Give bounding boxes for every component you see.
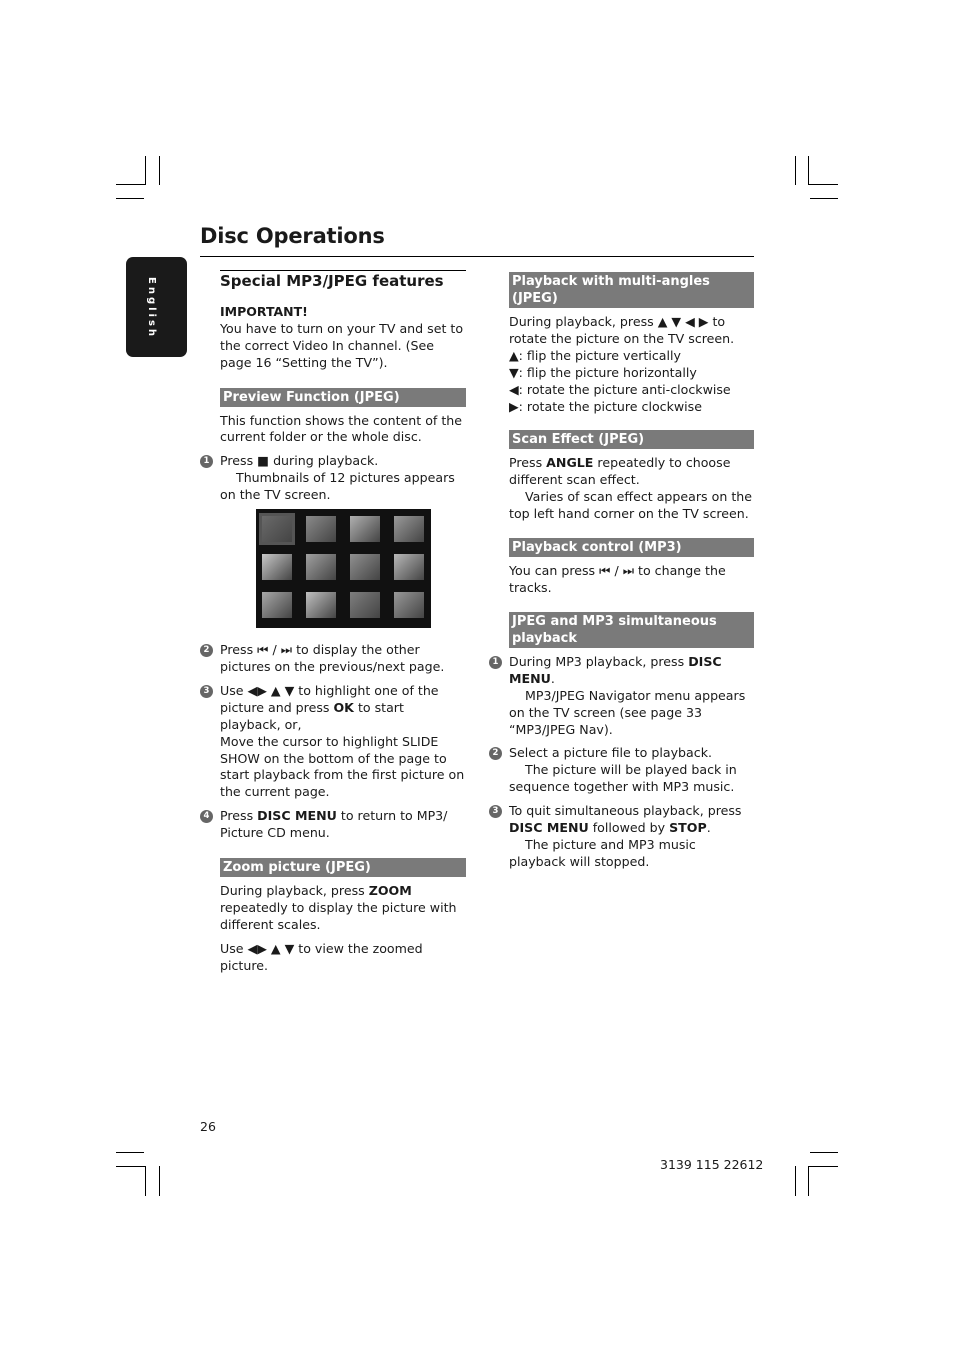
step-number-icon: 4	[200, 810, 213, 824]
zoom-text: repeatedly to display the picture with d…	[220, 899, 457, 932]
step-text: followed by	[588, 820, 670, 836]
ok-key-label: OK	[333, 699, 354, 715]
thumbnail-grid-image	[256, 509, 431, 628]
crop-mark	[808, 156, 809, 185]
thumbnail	[394, 554, 424, 580]
step-number-icon: 1	[200, 455, 213, 469]
thumbnail	[394, 516, 424, 542]
step-text: during playback.	[269, 453, 379, 469]
step-number-icon: 3	[489, 805, 502, 819]
crop-mark	[116, 184, 146, 185]
scan-text: Press	[509, 455, 547, 471]
step-item: 3 Use ◀▶ ▲ ▼ to highlight one of the pic…	[200, 682, 466, 801]
stop-icon: ■	[257, 453, 270, 469]
crop-mark	[159, 1166, 160, 1196]
language-tab: English	[126, 257, 187, 357]
thumbnail	[259, 513, 295, 545]
step-number-icon: 2	[489, 747, 502, 761]
crop-mark	[116, 1166, 146, 1167]
step-item: 3 To quit simultaneous playback, press D…	[489, 803, 754, 871]
crop-mark	[810, 198, 838, 199]
step-number-icon: 3	[200, 684, 213, 698]
step-note: MP3/JPEG Navigator menu appears on the T…	[509, 687, 746, 737]
prev-next-icon: ⏮ / ⏭	[257, 642, 293, 658]
page-number: 26	[200, 1119, 216, 1134]
thumbnail	[350, 592, 380, 618]
crop-mark	[810, 1152, 838, 1153]
document-code: 3139 115 22612	[660, 1157, 764, 1172]
angle-key-label: ANGLE	[546, 455, 594, 471]
simultaneous-playback-bar: JPEG and MP3 simultaneous playback	[509, 611, 754, 648]
crop-mark	[159, 156, 160, 185]
step-text: .	[706, 820, 711, 836]
scan-note: Varies of scan effect appears on the top…	[509, 489, 752, 522]
crop-mark	[145, 1166, 146, 1196]
thumbnail	[262, 592, 292, 618]
right-column: Playback with multi-angles (JPEG) During…	[489, 272, 754, 871]
section-title: Special MP3/JPEG features	[220, 270, 466, 290]
step-text: Press	[220, 453, 258, 469]
step-extra: Move the cursor to highlight SLIDE SHOW …	[220, 733, 465, 800]
multi-angles-bar: Playback with multi-angles (JPEG)	[509, 272, 754, 308]
thumbnail	[306, 516, 336, 542]
step-number-icon: 1	[489, 655, 502, 669]
step-text: .	[550, 670, 555, 686]
disc-menu-key-label: DISC MENU	[257, 808, 337, 824]
thumbnail	[306, 554, 336, 580]
angles-intro: During playback, press ▲ ▼ ◀ ▶ to rotate…	[509, 314, 735, 346]
thumbnail	[262, 554, 292, 580]
stop-key-label: STOP	[669, 820, 707, 836]
angles-line: ▶: rotate the picture clockwise	[509, 398, 702, 414]
step-note: The picture will be played back in seque…	[509, 762, 737, 795]
step-text: Select a picture file to playback.	[509, 745, 712, 761]
step-item: 1 During MP3 playback, press DISC MENU. …	[489, 653, 754, 739]
playback-control-bar: Playback control (MP3)	[509, 538, 754, 558]
step-text: Press	[220, 642, 258, 658]
important-label: IMPORTANT!	[220, 303, 308, 319]
thumbnail	[306, 592, 336, 618]
thumbnail	[350, 516, 380, 542]
control-text: You can press ⏮ / ⏭ to change the tracks…	[509, 563, 726, 595]
step-note: The picture and MP3 music playback will …	[509, 836, 696, 869]
crop-mark	[808, 184, 838, 185]
important-text: You have to turn on your TV and set to t…	[220, 320, 464, 370]
crop-mark	[808, 1166, 838, 1167]
angles-line: ▼: flip the picture horizontally	[509, 364, 697, 380]
disc-menu-key-label: DISC MENU	[509, 820, 589, 836]
thumbnail	[350, 554, 380, 580]
zoom-line2: Use ◀▶ ▲ ▼ to view the zoomed picture.	[220, 940, 423, 973]
step-number-icon: 2	[200, 644, 213, 658]
zoom-text: During playback, press	[220, 883, 369, 899]
crop-mark	[808, 1166, 809, 1196]
page-title: Disc Operations	[200, 224, 385, 248]
zoom-picture-bar: Zoom picture (JPEG)	[220, 858, 466, 878]
thumbnail	[394, 592, 424, 618]
step-text: During MP3 playback, press	[509, 653, 689, 669]
step-text: Use ◀▶ ▲ ▼ to highlight one of the pictu…	[220, 682, 439, 715]
crop-mark	[116, 1152, 144, 1153]
scan-effect-bar: Scan Effect (JPEG)	[509, 430, 754, 450]
step-item: 1 Press ■ during playback. Thumbnails of…	[200, 453, 466, 504]
crop-mark	[795, 1166, 796, 1196]
crop-mark	[795, 156, 796, 185]
step-text: Press	[220, 808, 258, 824]
angles-line: ◀: rotate the picture anti-clockwise	[509, 381, 731, 397]
angles-line: ▲: flip the picture vertically	[509, 347, 681, 363]
step-item: 4 Press DISC MENU to return to MP3/ Pict…	[200, 808, 466, 842]
crop-mark	[145, 156, 146, 185]
step-note: Thumbnails of 12 pictures appears on the…	[220, 470, 455, 503]
zoom-key-label: ZOOM	[368, 883, 412, 899]
step-item: 2 Press ⏮ / ⏭ to display the other pictu…	[200, 642, 466, 676]
preview-intro: This function shows the content of the c…	[220, 412, 462, 445]
language-label: English	[146, 277, 157, 340]
preview-function-bar: Preview Function (JPEG)	[220, 387, 466, 407]
step-text: To quit simultaneous playback, press	[509, 803, 742, 819]
title-divider	[200, 256, 754, 257]
crop-mark	[116, 198, 144, 199]
step-item: 2 Select a picture file to playback. The…	[489, 745, 754, 796]
